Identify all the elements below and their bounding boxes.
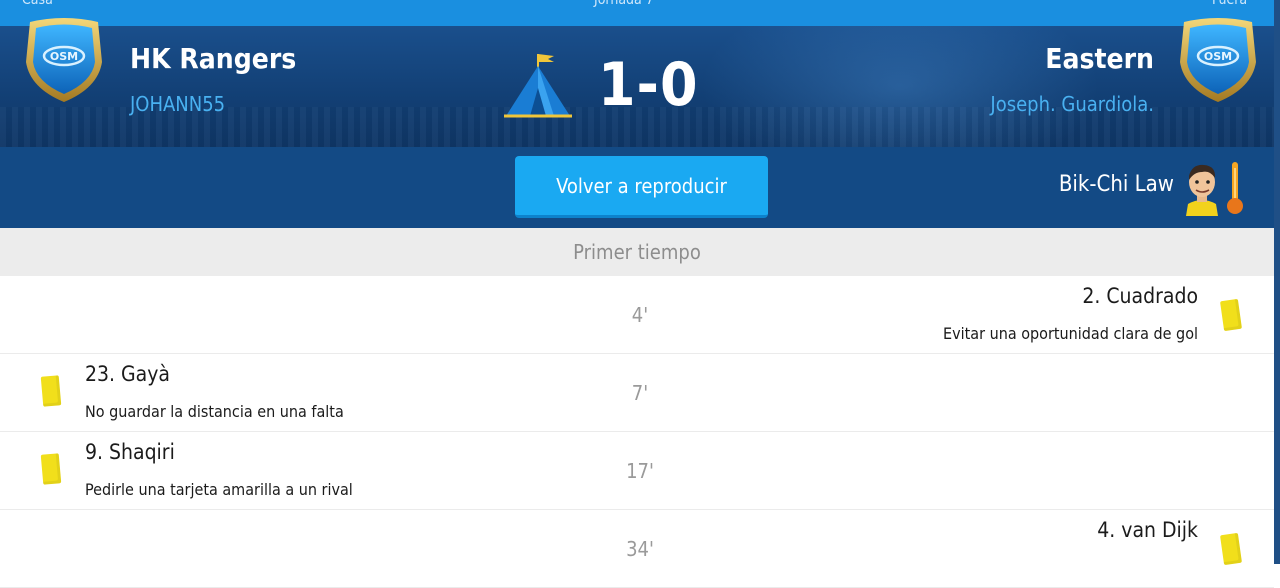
svg-text:OSM: OSM bbox=[1204, 50, 1232, 63]
event-player: 2. Cuadrado bbox=[1082, 284, 1198, 308]
event-player: 9. Shaqiri bbox=[85, 440, 175, 464]
half-label: Primer tiempo bbox=[0, 228, 1274, 276]
yellow-card-icon bbox=[40, 375, 62, 407]
round-label: Jornada 7 bbox=[594, 0, 654, 8]
away-team-badge-icon: OSM bbox=[1180, 18, 1256, 102]
event-row: 4' 2. Cuadrado Evitar una oportunidad cl… bbox=[0, 276, 1274, 354]
away-team-name: Eastern bbox=[1045, 42, 1154, 75]
home-team-badge-icon: OSM bbox=[26, 18, 102, 102]
event-row: 17' 9. Shaqiri Pedirle una tarjeta amari… bbox=[0, 432, 1274, 510]
home-manager-name[interactable]: JOHANN55 bbox=[130, 92, 225, 116]
referee-avatar-icon[interactable] bbox=[1182, 160, 1222, 216]
events-list: 4' 2. Cuadrado Evitar una oportunidad cl… bbox=[0, 276, 1274, 588]
event-reason: Evitar una oportunidad clara de gol bbox=[943, 324, 1198, 343]
replay-button[interactable]: Volver a reproducir bbox=[515, 156, 768, 218]
match-score: 1-0 bbox=[598, 50, 699, 120]
home-team-name: HK Rangers bbox=[130, 42, 297, 75]
home-label: Casa bbox=[22, 0, 53, 8]
yellow-card-icon bbox=[40, 453, 62, 485]
svg-text:OSM: OSM bbox=[50, 50, 78, 63]
referee-name: Bik-Chi Law bbox=[1058, 172, 1174, 197]
right-edge-bar bbox=[1274, 0, 1280, 564]
away-manager-name[interactable]: Joseph. Guardiola. bbox=[990, 92, 1154, 116]
event-reason: No guardar la distancia en una falta bbox=[85, 402, 344, 421]
event-reason: Pedirle una tarjeta amarilla a un rival bbox=[85, 480, 353, 499]
top-bar: Casa Jornada 7 Fuera bbox=[0, 0, 1280, 26]
event-player: 4. van Dijk bbox=[1097, 518, 1198, 542]
event-row: 7' 23. Gayà No guardar la distancia en u… bbox=[0, 354, 1274, 432]
thermometer-icon bbox=[1227, 162, 1243, 214]
event-row: 34' 4. van Dijk bbox=[0, 510, 1274, 588]
event-player: 23. Gayà bbox=[85, 362, 171, 386]
tent-icon bbox=[504, 54, 572, 118]
event-minute: 34' bbox=[626, 537, 654, 561]
away-label: Fuera bbox=[1212, 0, 1248, 8]
